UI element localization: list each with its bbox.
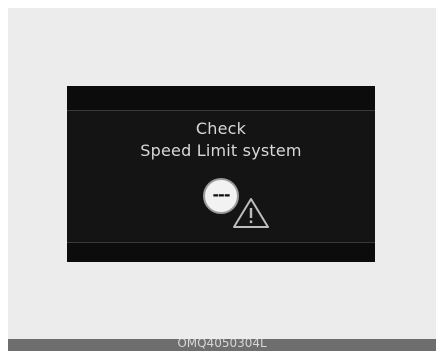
- message-line-2: Speed Limit system: [140, 141, 302, 160]
- display-bottom-band: [67, 243, 375, 262]
- display-top-band: [67, 86, 375, 110]
- message-line-1: Check: [195, 119, 247, 138]
- display-top-divider: [67, 110, 375, 111]
- cluster-display: Check Speed Limit system ---: [67, 86, 375, 262]
- warning-triangle-icon: [233, 198, 269, 228]
- caption-bar: OMQ4050304L: [8, 339, 436, 351]
- speed-limit-warning-icon-group: ---: [197, 174, 275, 230]
- image-caption: OMQ4050304L: [177, 339, 267, 350]
